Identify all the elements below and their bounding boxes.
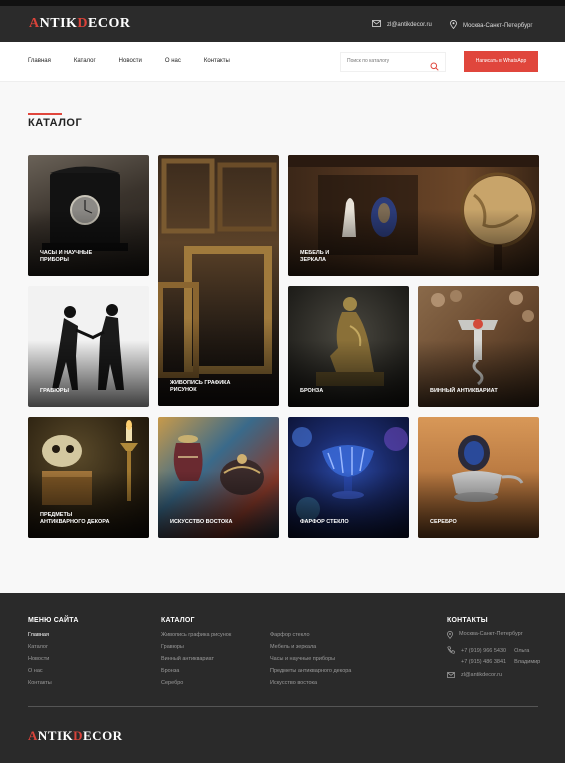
phone-2-contact: Владимир <box>514 659 541 665</box>
footer-catalog-col1: Живопись графика рисунок Гравюры Винный … <box>161 629 231 689</box>
tile-shade <box>288 340 409 407</box>
tile-label: СЕРЕБРО <box>430 519 457 525</box>
footer-divider <box>28 706 538 707</box>
nav-contacts[interactable]: Контакты <box>204 58 230 64</box>
mail-icon <box>372 20 381 29</box>
search-icon[interactable] <box>430 58 439 76</box>
nav-about[interactable]: О нас <box>165 58 181 64</box>
tile-shade <box>28 340 149 407</box>
nav-catalog[interactable]: Каталог <box>74 58 96 64</box>
tile-east[interactable]: ИСКУССТВО ВОСТОКА <box>158 417 279 538</box>
tile-label: БРОНЗА <box>300 388 324 394</box>
footer-contacts-title: КОНТАКТЫ <box>447 617 488 624</box>
header-location-text: Москва-Санкт-Петербург <box>463 22 533 29</box>
nav-home[interactable]: Главная <box>28 58 51 64</box>
footer-menu-home[interactable]: Главная <box>28 629 52 641</box>
tile-label: ЖИВОПИСЬ ГРАФИКА РИСУНОК <box>170 380 231 393</box>
footer-location: Москва-Санкт-Петербург <box>447 631 523 641</box>
main-nav: Главная Каталог Новости О нас Контакты <box>28 58 253 64</box>
tile-painting[interactable]: ЖИВОПИСЬ ГРАФИКА РИСУНОК <box>158 155 279 406</box>
mail-icon <box>447 672 455 680</box>
footer-email-text: zl@antikdecor.ru <box>461 672 503 678</box>
footer-link[interactable]: Живопись графика рисунок <box>161 629 231 641</box>
footer-logo[interactable]: ANTIKDECOR <box>28 728 123 744</box>
footer-phones: +7 (919) 966 5430 Ольга +7 (915) 486 3841… <box>447 646 540 668</box>
whatsapp-button[interactable]: Написать в WhatsApp <box>464 51 538 72</box>
footer-link[interactable]: Часы и научные приборы <box>270 653 351 665</box>
tile-shade <box>288 209 539 276</box>
footer-link[interactable]: Гравюры <box>161 641 231 653</box>
search-input[interactable] <box>347 58 427 64</box>
tile-glass[interactable]: ФАРФОР СТЕКЛО <box>288 417 409 538</box>
tile-label: МЕБЕЛЬ И ЗЕРКАЛА <box>300 250 330 263</box>
footer-link[interactable]: Бронза <box>161 665 231 677</box>
footer-catalog-col2: Фарфор стекло Мебель и зеркала Часы и на… <box>270 629 351 689</box>
footer-menu-title: МЕНЮ САЙТА <box>28 617 79 624</box>
tile-shade <box>288 471 409 538</box>
title-accent-line <box>28 113 62 115</box>
tile-shade <box>418 471 539 538</box>
footer-menu-news[interactable]: Новости <box>28 653 52 665</box>
location-pin-icon <box>447 631 453 641</box>
footer-link[interactable]: Предметы антикварного декора <box>270 665 351 677</box>
phone-1-contact: Ольга <box>514 648 530 654</box>
tile-label: ПРЕДМЕТЫ АНТИКВАРНОГО ДЕКОРА <box>40 512 110 525</box>
site-logo[interactable]: ANTIKDECOR <box>29 16 131 32</box>
tile-shade <box>158 471 279 538</box>
page: ANTIKDECOR zl@antikdecor.ru Москва-Санкт… <box>0 0 565 763</box>
tile-label: ФАРФОР СТЕКЛО <box>300 519 349 525</box>
footer-menu: Главная Каталог Новости О нас Контакты <box>28 629 52 689</box>
tile-shade <box>418 340 539 407</box>
tile-bronze[interactable]: БРОНЗА <box>288 286 409 407</box>
footer-link[interactable]: Мебель и зеркала <box>270 641 351 653</box>
location-pin-icon <box>450 19 457 31</box>
footer-menu-catalog[interactable]: Каталог <box>28 641 52 653</box>
catalog-title: КАТАЛОГ <box>28 117 83 129</box>
footer-email[interactable]: zl@antikdecor.ru <box>447 672 502 680</box>
tile-furniture[interactable]: МЕБЕЛЬ И ЗЕРКАЛА <box>288 155 539 276</box>
tile-label: ГРАВЮРЫ <box>40 388 69 394</box>
header-bar: ANTIKDECOR zl@antikdecor.ru Москва-Санкт… <box>0 6 565 42</box>
tile-silver[interactable]: СЕРЕБРО <box>418 417 539 538</box>
footer-link[interactable]: Винный антиквариат <box>161 653 231 665</box>
tile-wine[interactable]: ВИННЫЙ АНТИКВАРИАТ <box>418 286 539 407</box>
header-location: Москва-Санкт-Петербург <box>450 19 533 31</box>
footer-menu-about[interactable]: О нас <box>28 665 52 677</box>
tile-label: ЧАСЫ И НАУЧНЫЕ ПРИБОРЫ <box>40 250 93 263</box>
tile-decor[interactable]: ПРЕДМЕТЫ АНТИКВАРНОГО ДЕКОРА <box>28 417 149 538</box>
header-email[interactable]: zl@antikdecor.ru <box>372 20 432 29</box>
tile-engravings[interactable]: ГРАВЮРЫ <box>28 286 149 407</box>
footer-location-text: Москва-Санкт-Петербург <box>459 631 523 637</box>
footer-catalog-title: КАТАЛОГ <box>161 617 195 624</box>
phone-1[interactable]: +7 (919) 966 5430 <box>461 648 506 654</box>
header-email-text: zl@antikdecor.ru <box>387 21 432 28</box>
search-box <box>340 52 446 72</box>
tile-label: ВИННЫЙ АНТИКВАРИАТ <box>430 388 498 394</box>
footer-link[interactable]: Серебро <box>161 677 231 689</box>
tile-clocks[interactable]: ЧАСЫ И НАУЧНЫЕ ПРИБОРЫ <box>28 155 149 276</box>
nav-news[interactable]: Новости <box>119 58 142 64</box>
tile-label: ИСКУССТВО ВОСТОКА <box>170 519 233 525</box>
tile-shade <box>28 471 149 538</box>
footer-menu-contacts[interactable]: Контакты <box>28 677 52 689</box>
tile-shade <box>28 209 149 276</box>
phone-icon <box>447 646 455 668</box>
footer-link[interactable]: Фарфор стекло <box>270 629 351 641</box>
footer-link[interactable]: Искусство востока <box>270 677 351 689</box>
phone-2[interactable]: +7 (915) 486 3841 <box>461 659 506 665</box>
